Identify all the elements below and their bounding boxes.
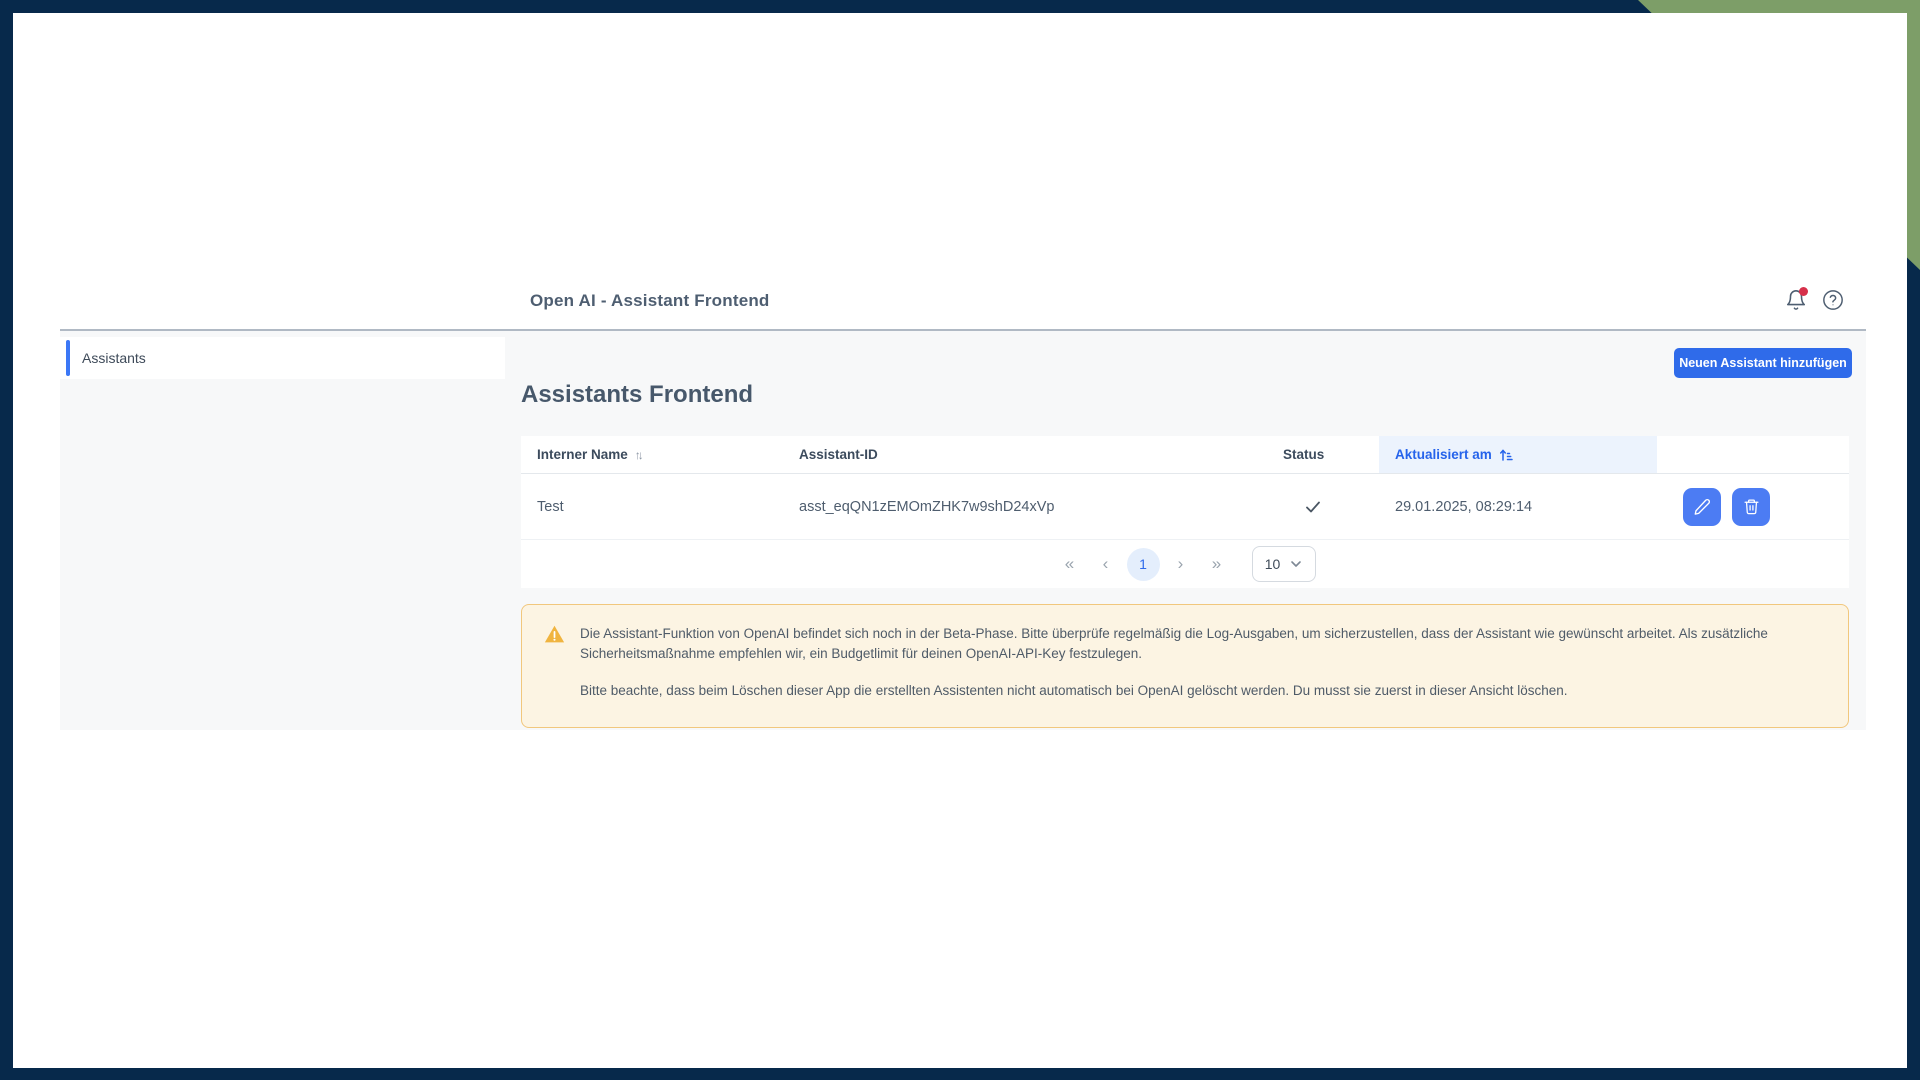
assistants-table: Interner Name ↑↓ Assistant-ID Status Akt… — [521, 436, 1849, 588]
pagination: « ‹ 1 › » 10 — [521, 540, 1849, 588]
add-assistant-button[interactable]: Neuen Assistant hinzufügen — [1674, 348, 1852, 378]
help-button[interactable] — [1820, 287, 1846, 313]
cell-assistant-id: asst_eqQN1zEMOmZHK7w9shD24xVp — [783, 499, 1267, 515]
cell-actions — [1657, 488, 1849, 526]
edit-button[interactable] — [1683, 488, 1721, 526]
active-indicator — [66, 340, 70, 376]
current-page-button[interactable]: 1 — [1127, 548, 1160, 581]
sort-ascending-icon — [1499, 448, 1513, 462]
page-size-select[interactable]: 10 — [1252, 546, 1316, 582]
column-header-status: Status — [1267, 436, 1379, 473]
notification-badge — [1799, 287, 1808, 296]
warning-paragraph-2: Bitte beachte, dass beim Löschen dieser … — [580, 681, 1824, 701]
sidebar: Assistants — [60, 331, 505, 730]
delete-button[interactable] — [1732, 488, 1770, 526]
check-icon — [1303, 497, 1379, 517]
header-icons — [1783, 287, 1846, 313]
previous-page-button[interactable]: ‹ — [1091, 549, 1121, 579]
beta-warning-banner: Die Assistant-Funktion von OpenAI befind… — [521, 604, 1849, 728]
cell-status — [1267, 497, 1379, 517]
pencil-icon — [1693, 498, 1711, 516]
sort-icon: ↑↓ — [635, 448, 641, 462]
table-row: Test asst_eqQN1zEMOmZHK7w9shD24xVp 29.01… — [521, 474, 1849, 540]
warning-text: Die Assistant-Funktion von OpenAI befind… — [580, 624, 1824, 727]
warning-paragraph-1: Die Assistant-Funktion von OpenAI befind… — [580, 624, 1824, 664]
sidebar-item-assistants[interactable]: Assistants — [60, 337, 505, 379]
table-header-row: Interner Name ↑↓ Assistant-ID Status Akt… — [521, 436, 1849, 474]
cell-interner-name: Test — [521, 499, 783, 515]
next-page-button[interactable]: › — [1166, 549, 1196, 579]
app-window: Open AI - Assistant Frontend — [13, 13, 1907, 1068]
help-icon — [1822, 289, 1844, 311]
notifications-button[interactable] — [1783, 287, 1809, 313]
trash-icon — [1743, 498, 1760, 515]
first-page-button[interactable]: « — [1055, 549, 1085, 579]
cell-updated-at: 29.01.2025, 08:29:14 — [1379, 499, 1657, 515]
page-title: Assistants Frontend — [521, 381, 753, 409]
content-area: Assistants Neuen Assistant hinzufügen As… — [60, 331, 1866, 730]
column-header-actions — [1657, 436, 1849, 473]
warning-triangle-icon — [544, 624, 565, 727]
column-header-aktualisiert-am[interactable]: Aktualisiert am — [1379, 436, 1657, 473]
last-page-button[interactable]: » — [1202, 549, 1232, 579]
column-header-assistant-id: Assistant-ID — [783, 436, 1267, 473]
chevron-down-icon — [1290, 558, 1302, 570]
column-header-interner-name[interactable]: Interner Name ↑↓ — [521, 436, 783, 473]
sidebar-item-label: Assistants — [82, 350, 146, 366]
app-title: Open AI - Assistant Frontend — [530, 291, 770, 311]
